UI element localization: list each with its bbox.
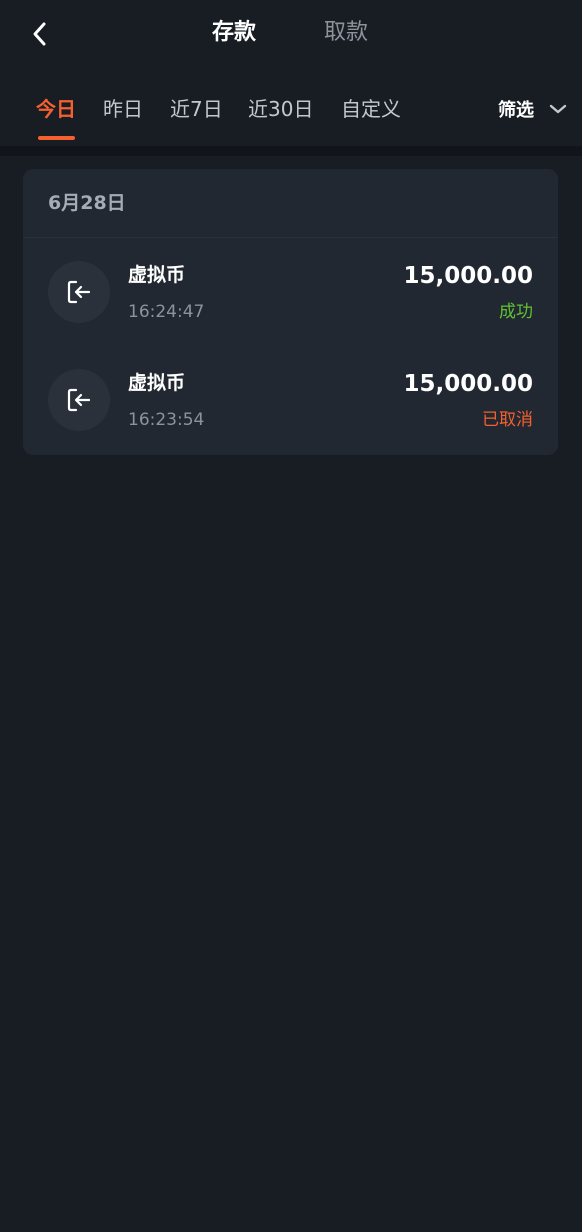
transaction-row[interactable]: 虚拟币 16:24:47 15,000.00 成功 (23, 169, 558, 323)
tab-deposit[interactable]: 存款 (212, 16, 256, 50)
back-button[interactable] (24, 16, 56, 52)
period-tab-yesterday[interactable]: 昨日 (103, 94, 143, 124)
filter-button[interactable]: 筛选 (498, 94, 568, 124)
transaction-amount: 15,000.00 (403, 371, 534, 397)
period-tab-custom[interactable]: 自定义 (341, 94, 401, 124)
chevron-down-icon (549, 104, 567, 114)
tab-withdraw[interactable]: 取款 (324, 16, 368, 50)
period-filter-bar: 今日 昨日 近7日 近30日 自定义 筛选 (0, 70, 582, 146)
deposit-icon-badge (48, 369, 110, 431)
transaction-time: 16:23:54 (128, 410, 205, 430)
filter-label: 筛选 (498, 100, 534, 121)
transaction-status: 已取消 (482, 410, 533, 430)
section-divider (0, 146, 582, 156)
chevron-left-icon (33, 22, 46, 46)
transaction-title: 虚拟币 (128, 372, 186, 394)
active-period-indicator (38, 136, 75, 140)
transaction-row[interactable]: 虚拟币 16:23:54 15,000.00 已取消 (23, 277, 558, 431)
period-tab-30days[interactable]: 近30日 (248, 94, 313, 124)
transaction-group-card: 6月28日 虚拟币 16:24:47 15,000.00 成功 虚拟币 16:2… (23, 169, 558, 455)
period-tab-today[interactable]: 今日 (36, 94, 76, 124)
deposit-arrow-icon (67, 388, 91, 412)
top-header: 存款 取款 (0, 0, 582, 70)
period-tab-7days[interactable]: 近7日 (170, 94, 223, 124)
